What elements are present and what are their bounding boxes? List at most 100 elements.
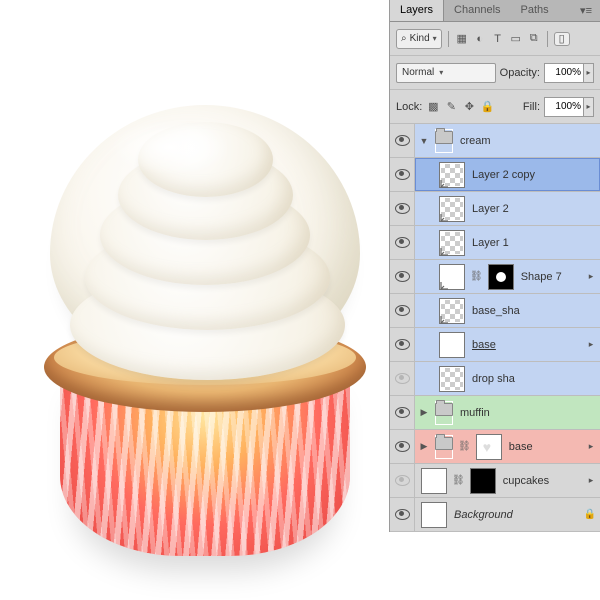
folder-icon bbox=[435, 401, 453, 425]
mask-thumbnail[interactable] bbox=[488, 264, 514, 290]
layer-name[interactable]: Layer 2 copy bbox=[469, 169, 596, 181]
visibility-toggle[interactable] bbox=[390, 192, 415, 225]
link-icon[interactable]: ⛓ bbox=[469, 271, 484, 282]
lock-label: Lock: bbox=[396, 101, 422, 113]
eye-icon bbox=[395, 475, 410, 486]
layer-name[interactable]: drop sha bbox=[469, 373, 596, 385]
layer-name[interactable]: Layer 2 bbox=[469, 203, 596, 215]
blend-mode-dropdown[interactable]: Normal▾ bbox=[396, 63, 496, 83]
search-icon: ⌕ bbox=[401, 33, 407, 44]
eye-icon bbox=[395, 237, 410, 248]
layer-row[interactable]: Background 🔒 bbox=[390, 498, 600, 532]
visibility-toggle[interactable] bbox=[390, 158, 415, 191]
visibility-toggle[interactable] bbox=[390, 294, 415, 327]
visibility-toggle[interactable] bbox=[390, 226, 415, 259]
eye-icon bbox=[395, 271, 410, 282]
layer-filter-row: ⌕ Kind ▾ ▦ ◐ T ▭ ⧉ ▯ bbox=[390, 22, 600, 56]
layer-name[interactable]: cream bbox=[457, 135, 596, 147]
layer-thumbnail[interactable] bbox=[439, 196, 465, 222]
tab-channels[interactable]: Channels bbox=[444, 0, 510, 21]
tab-paths[interactable]: Paths bbox=[511, 0, 559, 21]
eye-icon bbox=[395, 373, 410, 384]
visibility-toggle[interactable] bbox=[390, 124, 415, 157]
clip-indicator bbox=[440, 213, 449, 222]
clip-indicator bbox=[440, 315, 449, 324]
filter-kind-dropdown[interactable]: ⌕ Kind ▾ bbox=[396, 29, 442, 49]
filter-shape-icon[interactable]: ▭ bbox=[509, 32, 523, 45]
filter-adjustment-icon[interactable]: ◐ bbox=[473, 33, 487, 45]
opacity-field[interactable]: ▸ bbox=[544, 63, 594, 83]
layer-name[interactable]: base_sha bbox=[469, 305, 596, 317]
eye-icon bbox=[395, 135, 410, 146]
lock-position-icon[interactable]: ✥ bbox=[462, 100, 476, 113]
fill-field[interactable]: ▸ bbox=[544, 97, 594, 117]
filter-smart-icon[interactable]: ⧉ bbox=[527, 32, 541, 45]
layer-row[interactable]: Layer 2 copy bbox=[390, 158, 600, 192]
eye-icon bbox=[395, 203, 410, 214]
visibility-toggle[interactable] bbox=[390, 498, 415, 531]
eye-icon bbox=[395, 169, 410, 180]
layer-row[interactable]: drop sha bbox=[390, 362, 600, 396]
lock-transparency-icon[interactable]: ▩ bbox=[426, 100, 440, 113]
mask-thumbnail[interactable]: ♥ bbox=[476, 434, 502, 460]
lock-all-icon[interactable]: 🔒 bbox=[480, 100, 494, 113]
layer-thumbnail[interactable] bbox=[439, 230, 465, 256]
cream-highlight bbox=[110, 120, 230, 175]
opacity-label: Opacity: bbox=[500, 67, 540, 79]
fx-disclosure[interactable]: ▸ bbox=[586, 475, 596, 486]
fx-disclosure[interactable]: ▸ bbox=[586, 271, 596, 282]
eye-icon bbox=[395, 509, 410, 520]
clip-indicator bbox=[440, 281, 449, 290]
layer-name[interactable]: Layer 1 bbox=[469, 237, 596, 249]
visibility-toggle[interactable] bbox=[390, 260, 415, 293]
filter-toggle[interactable]: ▯ bbox=[554, 32, 570, 46]
layer-row[interactable]: ▼ cream bbox=[390, 124, 600, 158]
layer-thumbnail[interactable] bbox=[439, 366, 465, 392]
layer-row[interactable]: base ▸ bbox=[390, 328, 600, 362]
layer-row[interactable]: Layer 1 bbox=[390, 226, 600, 260]
lock-pixels-icon[interactable]: ✎ bbox=[444, 100, 458, 113]
visibility-toggle[interactable] bbox=[390, 328, 415, 361]
link-icon[interactable]: ⛓ bbox=[451, 475, 466, 486]
visibility-toggle[interactable] bbox=[390, 396, 415, 429]
eye-icon bbox=[395, 407, 410, 418]
visibility-toggle[interactable] bbox=[390, 430, 415, 463]
fx-disclosure[interactable]: ▸ bbox=[586, 339, 596, 350]
layer-row[interactable]: ▶ muffin bbox=[390, 396, 600, 430]
fx-disclosure[interactable]: ▸ bbox=[586, 441, 596, 452]
panel-menu-icon[interactable]: ▾≡ bbox=[572, 0, 600, 21]
link-icon[interactable]: ⛓ bbox=[457, 441, 472, 452]
layer-row[interactable]: ▶ ⛓ ♥ base ▸ bbox=[390, 430, 600, 464]
layers-panel: Layers Channels Paths ▾≡ ⌕ Kind ▾ ▦ ◐ T … bbox=[390, 0, 600, 532]
layer-name[interactable]: base bbox=[506, 441, 582, 453]
visibility-toggle[interactable] bbox=[390, 464, 415, 497]
disclosure-triangle[interactable]: ▶ bbox=[419, 407, 429, 418]
document-canvas[interactable] bbox=[0, 0, 390, 600]
tab-layers[interactable]: Layers bbox=[390, 0, 444, 21]
layer-name[interactable]: Shape 7 bbox=[518, 271, 582, 283]
layer-thumbnail[interactable] bbox=[439, 264, 465, 290]
filter-type-icon[interactable]: T bbox=[491, 33, 505, 45]
layer-name[interactable]: Background bbox=[451, 509, 580, 521]
disclosure-triangle[interactable]: ▼ bbox=[419, 136, 429, 146]
layer-thumbnail[interactable] bbox=[439, 162, 465, 188]
layer-name[interactable]: base bbox=[469, 339, 582, 351]
lock-icon: 🔒 bbox=[584, 509, 596, 520]
folder-icon bbox=[435, 435, 453, 459]
layer-thumbnail[interactable] bbox=[439, 332, 465, 358]
visibility-toggle[interactable] bbox=[390, 362, 415, 395]
layer-row[interactable]: Layer 2 bbox=[390, 192, 600, 226]
lock-fill-row: Lock: ▩ ✎ ✥ 🔒 Fill: ▸ bbox=[390, 90, 600, 124]
disclosure-triangle[interactable]: ▶ bbox=[419, 441, 429, 452]
layer-thumbnail[interactable] bbox=[421, 502, 447, 528]
layer-row[interactable]: base_sha bbox=[390, 294, 600, 328]
eye-icon bbox=[395, 441, 410, 452]
layer-row[interactable]: ⛓ cupcakes ▸ bbox=[390, 464, 600, 498]
filter-pixel-icon[interactable]: ▦ bbox=[455, 32, 469, 45]
layer-name[interactable]: muffin bbox=[457, 407, 596, 419]
layer-thumbnail[interactable] bbox=[421, 468, 447, 494]
layer-row[interactable]: ⛓ Shape 7 ▸ bbox=[390, 260, 600, 294]
mask-thumbnail[interactable] bbox=[470, 468, 496, 494]
layer-thumbnail[interactable] bbox=[439, 298, 465, 324]
layer-name[interactable]: cupcakes bbox=[500, 475, 582, 487]
